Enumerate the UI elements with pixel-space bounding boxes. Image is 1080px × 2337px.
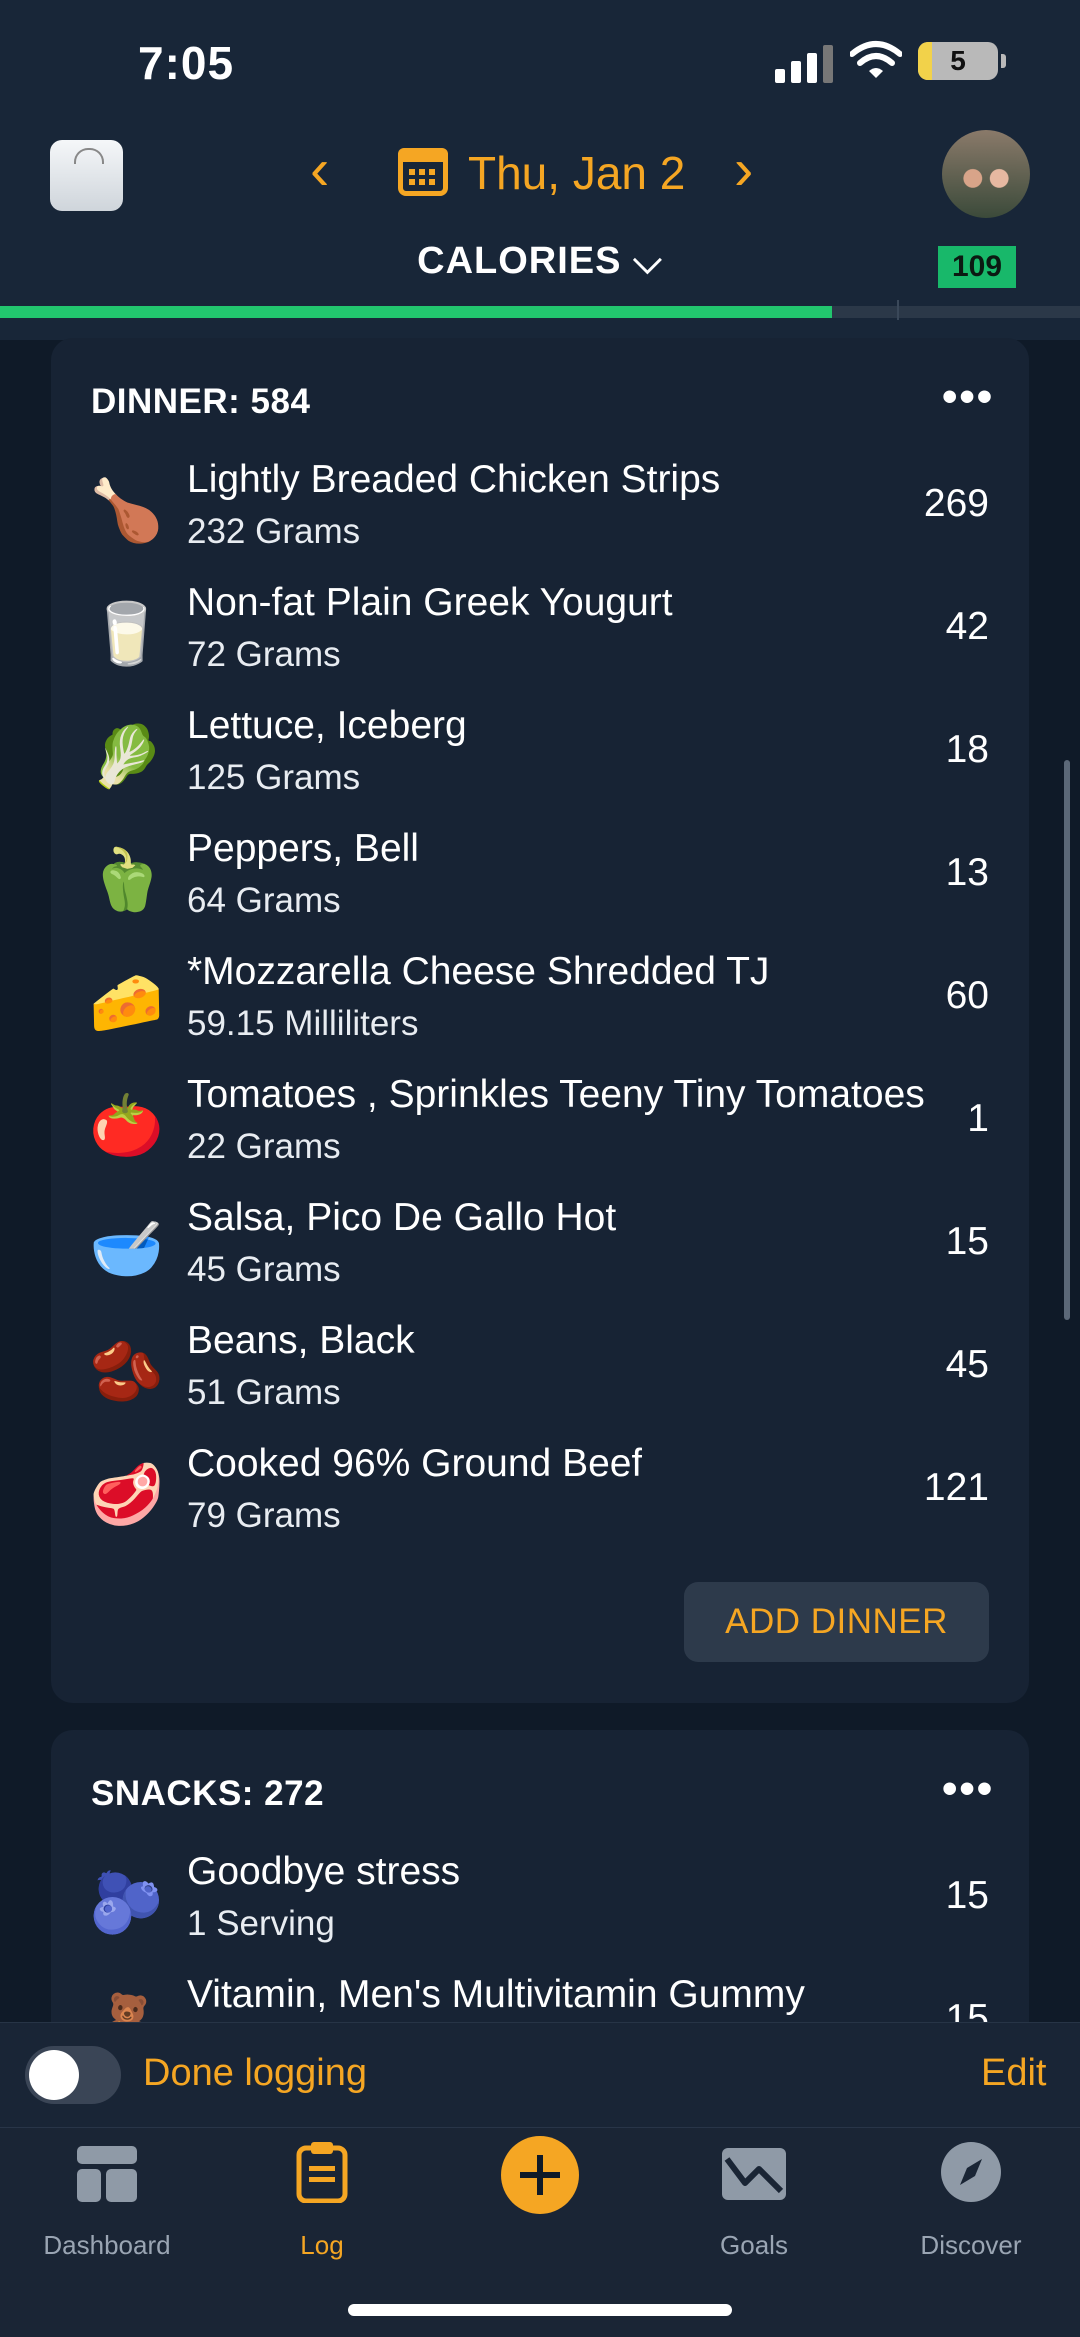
battery-icon: 5 bbox=[918, 42, 1006, 80]
compass-icon bbox=[941, 2142, 1001, 2202]
food-calories: 121 bbox=[923, 1466, 989, 1509]
food-calories: 60 bbox=[945, 974, 989, 1017]
tab-discover[interactable]: Discover bbox=[881, 2135, 1061, 2260]
tab-log[interactable]: Log bbox=[232, 2135, 412, 2260]
yogurt-cup-icon: 🥛 bbox=[89, 600, 164, 667]
food-row[interactable]: 🥛 Non-fat Plain Greek Yougurt 72 Grams 4… bbox=[51, 573, 1029, 696]
food-name: Lightly Breaded Chicken Strips bbox=[187, 458, 721, 501]
scrollbar[interactable] bbox=[1064, 760, 1070, 1320]
food-row[interactable]: 🍗 Lightly Breaded Chicken Strips 232 Gra… bbox=[51, 450, 1029, 573]
dashboard-icon bbox=[77, 2146, 137, 2202]
food-name: Non-fat Plain Greek Yougurt bbox=[187, 581, 673, 624]
food-row[interactable]: 🫐 Goodbye stress 1 Serving 15 bbox=[51, 1842, 1029, 1965]
food-calories: 1 bbox=[967, 1097, 989, 1140]
remaining-badge: 109 bbox=[938, 246, 1016, 288]
cellular-signal-icon bbox=[775, 45, 835, 83]
black-bean-icon: 🫘 bbox=[89, 1338, 164, 1405]
progress-goal-marker bbox=[897, 300, 899, 320]
food-row[interactable]: 🥣 Salsa, Pico De Gallo Hot 45 Grams 15 bbox=[51, 1188, 1029, 1311]
add-dinner-button[interactable]: ADD DINNER bbox=[684, 1582, 989, 1662]
food-row[interactable]: 🧀 *Mozzarella Cheese Shredded TJ 59.15 M… bbox=[51, 942, 1029, 1065]
food-row[interactable]: 🫘 Beans, Black 51 Grams 45 bbox=[51, 1311, 1029, 1434]
food-name: Beans, Black bbox=[187, 1319, 415, 1362]
food-name: Lettuce, Iceberg bbox=[187, 704, 467, 747]
tab-label: Goals bbox=[720, 2230, 788, 2260]
snacks-title: SNACKS: 272 bbox=[91, 1774, 325, 1813]
plus-icon bbox=[501, 2136, 579, 2214]
food-name: Vitamin, Men's Multivitamin Gummy bbox=[187, 1973, 805, 2016]
food-amount: 22 Grams bbox=[187, 1127, 341, 1166]
food-calories: 15 bbox=[945, 1220, 989, 1263]
food-row[interactable]: 🥬 Lettuce, Iceberg 125 Grams 18 bbox=[51, 696, 1029, 819]
clipboard-icon bbox=[296, 2142, 348, 2204]
food-amount: 64 Grams bbox=[187, 881, 341, 920]
food-calories: 45 bbox=[945, 1343, 989, 1386]
tomato-icon: 🍅 bbox=[89, 1092, 164, 1159]
goals-chart-icon bbox=[722, 2148, 786, 2200]
tab-add[interactable] bbox=[450, 2135, 630, 2220]
tab-label: Log bbox=[300, 2230, 344, 2260]
food-row[interactable]: 🫑 Peppers, Bell 64 Grams 13 bbox=[51, 819, 1029, 942]
food-name: Peppers, Bell bbox=[187, 827, 419, 870]
cheese-icon: 🧀 bbox=[89, 969, 164, 1036]
tab-label: Dashboard bbox=[43, 2230, 171, 2260]
metric-selector[interactable]: CALORIES ⌵ bbox=[0, 240, 1080, 283]
date-label[interactable]: Thu, Jan 2 bbox=[468, 146, 685, 200]
avatar[interactable] bbox=[942, 130, 1030, 218]
food-amount: 72 Grams bbox=[187, 635, 341, 674]
steak-icon: 🥩 bbox=[89, 1461, 164, 1528]
food-name: Goodbye stress bbox=[187, 1850, 461, 1893]
tab-label: Discover bbox=[920, 2230, 1022, 2260]
food-amount: 59.15 Milliliters bbox=[187, 1004, 419, 1043]
food-calories: 269 bbox=[923, 482, 989, 525]
food-name: Cooked 96% Ground Beef bbox=[187, 1442, 643, 1485]
food-amount: 232 Grams bbox=[187, 512, 361, 551]
bell-pepper-icon: 🫑 bbox=[89, 846, 164, 913]
food-calories: 13 bbox=[945, 851, 989, 894]
snacks-more-icon[interactable]: ••• bbox=[942, 1764, 994, 1814]
food-row[interactable]: 🍅 Tomatoes , Sprinkles Teeny Tiny Tomato… bbox=[51, 1065, 1029, 1188]
lettuce-icon: 🥬 bbox=[89, 723, 164, 790]
wifi-icon bbox=[850, 41, 902, 78]
food-calories: 18 bbox=[945, 728, 989, 771]
calendar-icon[interactable] bbox=[398, 148, 448, 196]
home-indicator[interactable] bbox=[348, 2304, 732, 2316]
food-amount: 125 Grams bbox=[187, 758, 361, 797]
prev-day-chevron-icon[interactable]: ‹ bbox=[310, 136, 329, 203]
food-row[interactable]: 🥩 Cooked 96% Ground Beef 79 Grams 121 bbox=[51, 1434, 1029, 1557]
food-amount: 51 Grams bbox=[187, 1373, 341, 1412]
food-amount: 1 Serving bbox=[187, 1904, 335, 1943]
next-day-chevron-icon[interactable]: › bbox=[734, 136, 753, 203]
food-calories: 42 bbox=[945, 605, 989, 648]
food-amount: 45 Grams bbox=[187, 1250, 341, 1289]
toggle-knob bbox=[29, 2050, 79, 2100]
status-time: 7:05 bbox=[138, 37, 235, 89]
blueberry-icon: 🫐 bbox=[89, 1869, 164, 1936]
salsa-bowl-icon: 🥣 bbox=[89, 1215, 164, 1282]
tab-goals[interactable]: Goals bbox=[664, 2135, 844, 2260]
food-name: Salsa, Pico De Gallo Hot bbox=[187, 1196, 617, 1239]
progress-fill bbox=[0, 306, 832, 318]
chicken-icon: 🍗 bbox=[89, 477, 164, 544]
food-calories: 15 bbox=[945, 1874, 989, 1917]
food-name: Tomatoes , Sprinkles Teeny Tiny Tomatoes bbox=[187, 1073, 925, 1116]
food-amount: 79 Grams bbox=[187, 1496, 341, 1535]
dinner-more-icon[interactable]: ••• bbox=[942, 372, 994, 422]
tab-dashboard[interactable]: Dashboard bbox=[17, 2135, 197, 2260]
scale-icon[interactable] bbox=[50, 140, 123, 211]
edit-button[interactable]: Edit bbox=[981, 2052, 1046, 2095]
food-name: *Mozzarella Cheese Shredded TJ bbox=[187, 950, 770, 993]
done-logging-label: Done logging bbox=[143, 2052, 367, 2094]
dinner-title: DINNER: 584 bbox=[91, 382, 311, 421]
